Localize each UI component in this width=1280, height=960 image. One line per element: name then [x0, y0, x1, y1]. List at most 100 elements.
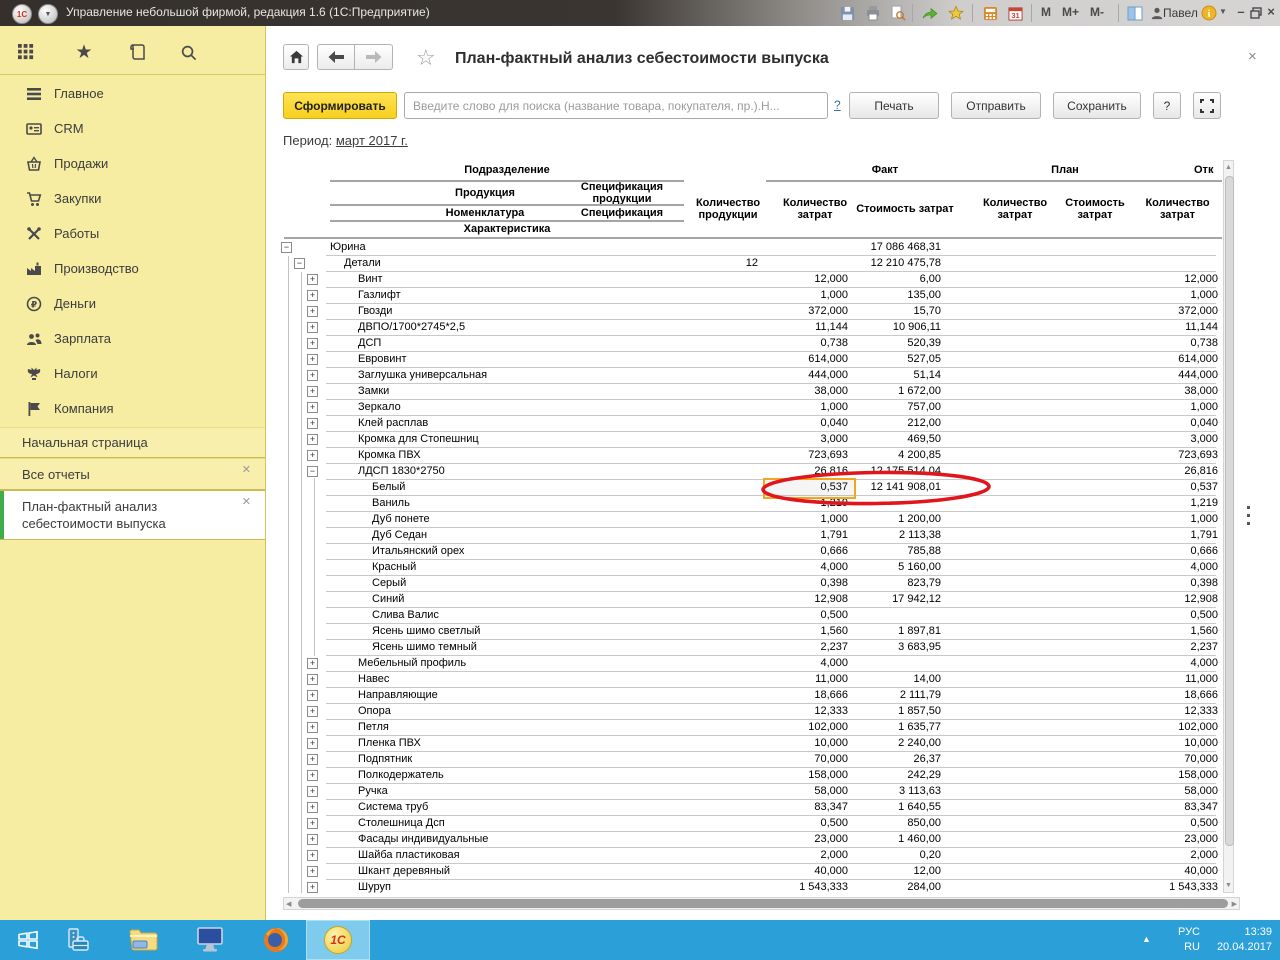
expand-group-icon[interactable]: + — [307, 322, 318, 333]
go-to-link-icon[interactable] — [921, 4, 939, 22]
collapse-group-icon[interactable]: − — [294, 258, 305, 269]
header-group-fact[interactable]: Факт — [810, 160, 960, 179]
taskbar-computer-icon[interactable] — [178, 920, 242, 960]
table-row[interactable]: +Шайба пластиковая2,0000,202,000 — [280, 848, 1222, 864]
sidebar-item-производство[interactable]: Производство — [0, 251, 265, 286]
info-icon[interactable]: i — [1200, 4, 1218, 22]
sidebar-item-компания[interactable]: Компания — [0, 391, 265, 426]
table-row[interactable]: +Опора12,3331 857,5012,333 — [280, 704, 1222, 720]
sidebar-item-продажи[interactable]: Продажи — [0, 146, 265, 181]
table-row[interactable]: Ваниль1,2191,219 — [280, 496, 1222, 512]
table-row[interactable]: +Шуруп1 543,333284,001 543,333 — [280, 880, 1222, 893]
expand-group-icon[interactable]: + — [307, 850, 318, 861]
expand-group-icon[interactable]: + — [307, 434, 318, 445]
fullscreen-button[interactable] — [1193, 92, 1221, 119]
taskbar-explorer-icon[interactable] — [112, 920, 176, 960]
print-button[interactable]: Печать — [849, 92, 939, 119]
sidebar-tab-all-reports[interactable]: Все отчеты ✕ — [0, 458, 265, 490]
tray-clock[interactable]: 13:39 20.04.2017 — [1198, 925, 1272, 955]
favorite-toggle-star-icon[interactable]: ☆ — [416, 45, 436, 71]
info-chevron-icon[interactable]: ▼ — [1219, 7, 1227, 16]
table-row[interactable]: Итальянский орех0,666785,880,666 — [280, 544, 1222, 560]
expand-group-icon[interactable]: + — [307, 786, 318, 797]
table-row[interactable]: +Гвозди372,00015,70372,000 — [280, 304, 1222, 320]
sidebar-tab-home[interactable]: Начальная страница — [0, 427, 265, 458]
expand-group-icon[interactable]: + — [307, 274, 318, 285]
header-plan-cost[interactable]: Стоимость затрат — [1050, 182, 1140, 236]
print-icon[interactable] — [864, 4, 882, 22]
expand-group-icon[interactable]: + — [307, 338, 318, 349]
sidebar-item-деньги[interactable]: ₽Деньги — [0, 286, 265, 321]
table-row[interactable]: +Петля102,0001 635,77102,000 — [280, 720, 1222, 736]
sidebar-item-главное[interactable]: Главное — [0, 76, 265, 111]
scroll-right-icon[interactable]: ▶ — [1232, 900, 1237, 908]
vertical-scrollbar[interactable]: ▲ ▼ — [1223, 160, 1234, 893]
table-row[interactable]: Серый0,398823,790,398 — [280, 576, 1222, 592]
table-row[interactable]: +Замки38,0001 672,0038,000 — [280, 384, 1222, 400]
header-fact-cost[interactable]: Стоимость затрат — [856, 182, 954, 236]
forward-button[interactable] — [355, 44, 393, 70]
table-row[interactable]: +Направляющие18,6662 111,7918,666 — [280, 688, 1222, 704]
horizontal-scrollbar-thumb[interactable] — [298, 899, 1228, 908]
expand-group-icon[interactable]: + — [307, 706, 318, 717]
table-row[interactable]: +Кромка для Стопешниц3,000469,503,000 — [280, 432, 1222, 448]
header-characteristic[interactable]: Характеристика — [330, 222, 684, 236]
scroll-left-icon[interactable]: ◀ — [286, 900, 291, 908]
period-value-link[interactable]: март 2017 г. — [336, 133, 408, 148]
table-row[interactable]: −Детали1212 210 475,78 — [280, 256, 1222, 272]
user-name[interactable]: Павел — [1163, 6, 1198, 20]
vertical-scrollbar-thumb[interactable] — [1225, 176, 1234, 846]
sidebar-tab-active-report[interactable]: План-фактный анализ себестоимости выпуск… — [0, 490, 265, 540]
search-input[interactable] — [404, 92, 828, 119]
sidebar-item-налоги[interactable]: Налоги — [0, 356, 265, 391]
expand-group-icon[interactable]: + — [307, 802, 318, 813]
table-row[interactable]: +Газлифт1,000135,001,000 — [280, 288, 1222, 304]
table-row[interactable]: +Пленка ПВХ10,0002 240,0010,000 — [280, 736, 1222, 752]
system-menu-chevron-icon[interactable]: ▼ — [38, 4, 58, 24]
header-qty-product[interactable]: Количество продукции — [686, 182, 770, 236]
calendar-icon[interactable]: 31 — [1006, 4, 1024, 22]
collapse-group-icon[interactable]: − — [281, 242, 292, 253]
expand-group-icon[interactable]: + — [307, 370, 318, 381]
save-button[interactable]: Сохранить — [1053, 92, 1141, 119]
table-row[interactable]: Белый0,53712 141 908,010,537 — [280, 480, 1222, 496]
taskbar-1c-icon[interactable]: 1С — [306, 920, 370, 960]
sidebar-item-crm[interactable]: CRM — [0, 111, 265, 146]
horizontal-scrollbar[interactable]: ◀ ▶ — [283, 897, 1240, 910]
sidebar-item-закупки[interactable]: Закупки — [0, 181, 265, 216]
table-row[interactable]: +ДСП0,738520,390,738 — [280, 336, 1222, 352]
table-row[interactable]: +Мебельный профиль4,0004,000 — [280, 656, 1222, 672]
header-group-plan[interactable]: План — [990, 160, 1140, 179]
header-product-spec[interactable]: Спецификация продукции — [560, 182, 684, 204]
help-button[interactable]: ? — [1153, 92, 1181, 119]
expand-group-icon[interactable]: + — [307, 354, 318, 365]
expand-group-icon[interactable]: + — [307, 402, 318, 413]
table-row[interactable]: +Фасады индивидуальные23,0001 460,0023,0… — [280, 832, 1222, 848]
print-preview-icon[interactable] — [889, 4, 907, 22]
calculator-icon[interactable] — [981, 4, 999, 22]
table-row[interactable]: −ЛДСП 1830*275026,81612 175 514,0426,816 — [280, 464, 1222, 480]
send-button[interactable]: Отправить — [951, 92, 1041, 119]
sidebar-item-зарплата[interactable]: Зарплата — [0, 321, 265, 356]
table-row[interactable]: +Подпятник70,00026,3770,000 — [280, 752, 1222, 768]
table-row[interactable]: Слива Валис0,5000,500 — [280, 608, 1222, 624]
expand-group-icon[interactable]: + — [307, 834, 318, 845]
expand-group-icon[interactable]: + — [307, 386, 318, 397]
table-row[interactable]: Дуб Седан1,7912 113,381,791 — [280, 528, 1222, 544]
table-row[interactable]: Синий12,90817 942,1212,908 — [280, 592, 1222, 608]
search-icon[interactable] — [176, 40, 200, 64]
expand-group-icon[interactable]: + — [307, 770, 318, 781]
expand-group-icon[interactable]: + — [307, 818, 318, 829]
expand-group-icon[interactable]: + — [307, 738, 318, 749]
header-fact-qty[interactable]: Количество затрат — [770, 182, 860, 236]
scroll-up-icon[interactable]: ▲ — [1224, 164, 1233, 171]
memory-plus-button[interactable]: M+ — [1062, 5, 1079, 19]
splitter-grip[interactable] — [1247, 506, 1250, 525]
generate-button[interactable]: Сформировать — [283, 92, 397, 119]
search-help-link[interactable]: ? — [834, 98, 841, 112]
close-report-button[interactable]: × — [1248, 48, 1257, 65]
table-row[interactable]: Ясень шимо темный2,2373 683,952,237 — [280, 640, 1222, 656]
expand-group-icon[interactable]: + — [307, 722, 318, 733]
tray-hidden-icons-arrow[interactable]: ▲ — [1142, 934, 1151, 944]
split-window-icon[interactable] — [1126, 4, 1144, 22]
